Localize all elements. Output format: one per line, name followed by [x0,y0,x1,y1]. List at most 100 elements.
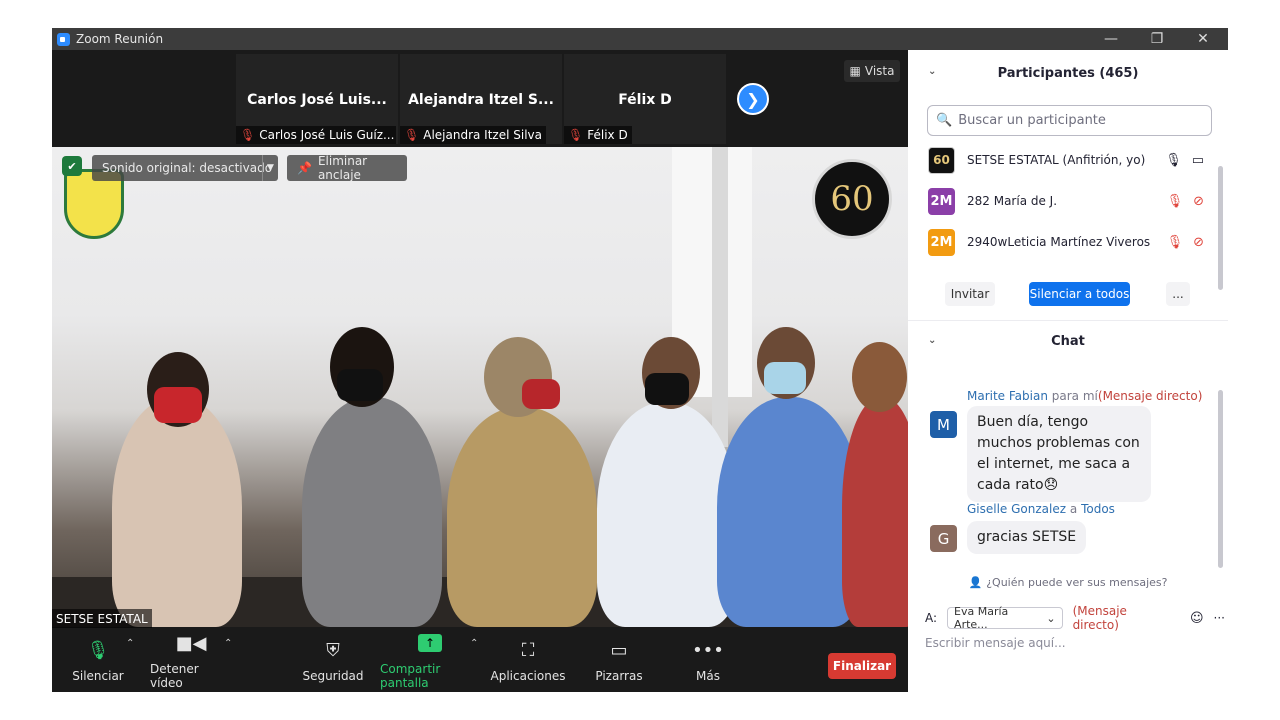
original-sound-toggle[interactable]: Sonido original: desactivado ▼ [92,155,278,181]
chevron-down-icon: ⌄ [1046,611,1056,625]
participant-avatar: 2M [928,228,955,256]
mute-label: Silenciar [72,669,124,683]
video-options-caret[interactable]: ⌃ [224,638,232,649]
mic-muted-icon: 🎙 [240,128,256,142]
participant-tile[interactable]: Carlos José Luis... 🎙 Carlos José Luis Gu… [236,54,398,144]
face-mask [522,379,560,409]
to-label: A: [925,611,938,625]
search-placeholder: Buscar un participante [958,113,1106,128]
audio-options-caret[interactable]: ⌃ [126,638,134,649]
stop-video-button[interactable]: ■◀ Detener vídeo [150,628,232,692]
grid-icon: ▦ [849,64,861,78]
security-button[interactable]: ⛨ Seguridad [302,628,364,692]
active-speaker-video: 60 ✔ Sonido original: desactivado ▼ 📌 El… [52,147,908,627]
share-options-caret[interactable]: ⌃ [470,638,478,649]
view-button[interactable]: ▦ Vista [844,60,900,82]
shield-icon: ⛨ [326,639,340,661]
send-to-row: A: Eva María Arte... ⌄ (Mensaje directo) … [925,604,1225,632]
unpin-label: Eliminar anclaje [317,154,368,182]
whiteboards-label: Pizarras [595,669,643,683]
wall-pillar [712,147,728,447]
tile-label: 🎙 Carlos José Luis Guíz... [236,126,396,144]
message-sender[interactable]: Giselle Gonzalez [967,502,1066,516]
participant-tile[interactable]: Félix D 🎙 Félix D [564,54,726,144]
participants-more-button[interactable]: ... [1166,282,1190,306]
close-button[interactable]: ✕ [1180,28,1226,50]
who-can-see-label: ¿Quién puede ver sus mensajes? [986,575,1168,589]
apps-icon: ⛶ [521,639,535,661]
participant-tile[interactable]: Alejandra Itzel S... 🎙 Alejandra Itzel Si… [400,54,562,144]
collapse-chevron-icon[interactable]: ⌄ [928,335,936,346]
who-can-see-link[interactable]: 👤 ¿Quién puede ver sus mensajes? [908,572,1228,592]
minimize-button[interactable]: — [1088,28,1134,50]
chat-message: gracias SETSE [967,521,1087,554]
participant-search-input[interactable]: 🔍 Buscar un participante [927,105,1212,136]
chat-message: Buen día, tengo muchos problemas con el … [967,406,1151,502]
restore-button[interactable]: ❐ [1134,28,1180,50]
message-sender[interactable]: Marite Fabian [967,389,1048,403]
face-mask [764,362,806,394]
chat-header: ⌄ Chat [908,321,1228,361]
zoom-logo-icon [57,32,70,46]
anniversary-logo: 60 [812,159,892,239]
zoom-window: Zoom Reunión — ❐ ✕ Carlos José Luis... 🎙… [52,28,1228,692]
message-avatar: M [930,411,957,438]
mute-all-button[interactable]: Silenciar a todos [1029,282,1130,306]
share-screen-button[interactable]: ↑ Compartir pantalla [380,628,480,692]
meeting-stage: Carlos José Luis... 🎙 Carlos José Luis Gu… [52,50,908,628]
tile-label: 🎙 Félix D [564,126,632,144]
participant-name: SETSE ESTATAL (Anfitrión, yo) [967,153,1146,167]
invite-button[interactable]: Invitar [945,282,995,306]
next-page-button[interactable]: ❯ [737,83,769,115]
person [112,397,242,627]
video-off-icon: ⊘ [1193,234,1204,250]
tile-name: Carlos José Luis... [247,92,387,108]
participant-row[interactable]: 2M 282 María de J. 🎙 ⊘ [928,185,1218,217]
more-label: Más [696,669,720,683]
person-lock-icon: 👤 [968,575,983,589]
end-meeting-button[interactable]: Finalizar [828,653,896,679]
unpin-button[interactable]: 📌 Eliminar anclaje [287,154,407,182]
participants-header: ⌄ Participantes (465) [908,50,1228,96]
chevron-down-icon[interactable]: ▼ [262,155,278,181]
chat-scrollbar[interactable] [1218,390,1223,568]
face-mask [154,387,202,423]
window-title: Zoom Reunión [76,32,164,46]
chat-compose-input[interactable]: Escribir mensaje aquí... [925,636,1066,650]
more-dots-icon: ••• [692,639,724,661]
recipient-dropdown[interactable]: Eva María Arte... ⌄ [947,605,1063,631]
emoji-icon[interactable]: ☺ [1190,611,1204,626]
person [717,397,862,627]
more-button[interactable]: ••• Más [684,628,732,692]
direct-message-tag: (Mensaje directo) [1097,389,1203,403]
share-screen-icon: ↑ [418,630,442,656]
participant-row[interactable]: 60 SETSE ESTATAL (Anfitrión, yo) 🎙 ▭ [928,144,1218,176]
whiteboard-icon: ▭ [610,639,628,661]
message-recipient-prefix: a [1069,502,1078,516]
tile-name: Félix D [618,92,672,108]
participant-row[interactable]: 2M 2940wLeticia Martínez Viveros 🎙 ⊘ [928,226,1218,258]
tile-name: Alejandra Itzel S... [408,92,554,108]
participants-scrollbar[interactable] [1218,166,1223,290]
mute-button[interactable]: 🎙 Silenciar [70,628,126,692]
person [597,402,737,627]
tile-label-text: Félix D [587,128,628,142]
message-avatar: G [930,525,957,552]
person [447,407,597,627]
video-off-icon: ⊘ [1193,193,1204,209]
whiteboards-button[interactable]: ▭ Pizarras [592,628,646,692]
apps-label: Aplicaciones [490,669,566,683]
gallery-strip: Carlos José Luis... 🎙 Carlos José Luis Gu… [236,54,726,144]
recipient-tag: (Mensaje directo) [1072,604,1127,632]
message-header: Giselle Gonzalez a Todos [967,502,1115,516]
more-dots-icon[interactable]: ··· [1214,611,1225,625]
participant-status-icons: 🎙 ⊘ [1167,235,1204,250]
mic-muted-icon: 🎙 [1166,234,1184,250]
apps-button[interactable]: ⛶ Aplicaciones [490,628,566,692]
video-camera-icon: ■◀ [175,632,207,654]
participants-title: Participantes (465) [997,65,1139,81]
collapse-chevron-icon[interactable]: ⌄ [928,66,936,77]
side-panel: ⌄ Participantes (465) 🔍 Buscar un partic… [908,50,1228,692]
person-head [852,342,907,412]
recipient-value: Eva María Arte... [954,605,1009,631]
